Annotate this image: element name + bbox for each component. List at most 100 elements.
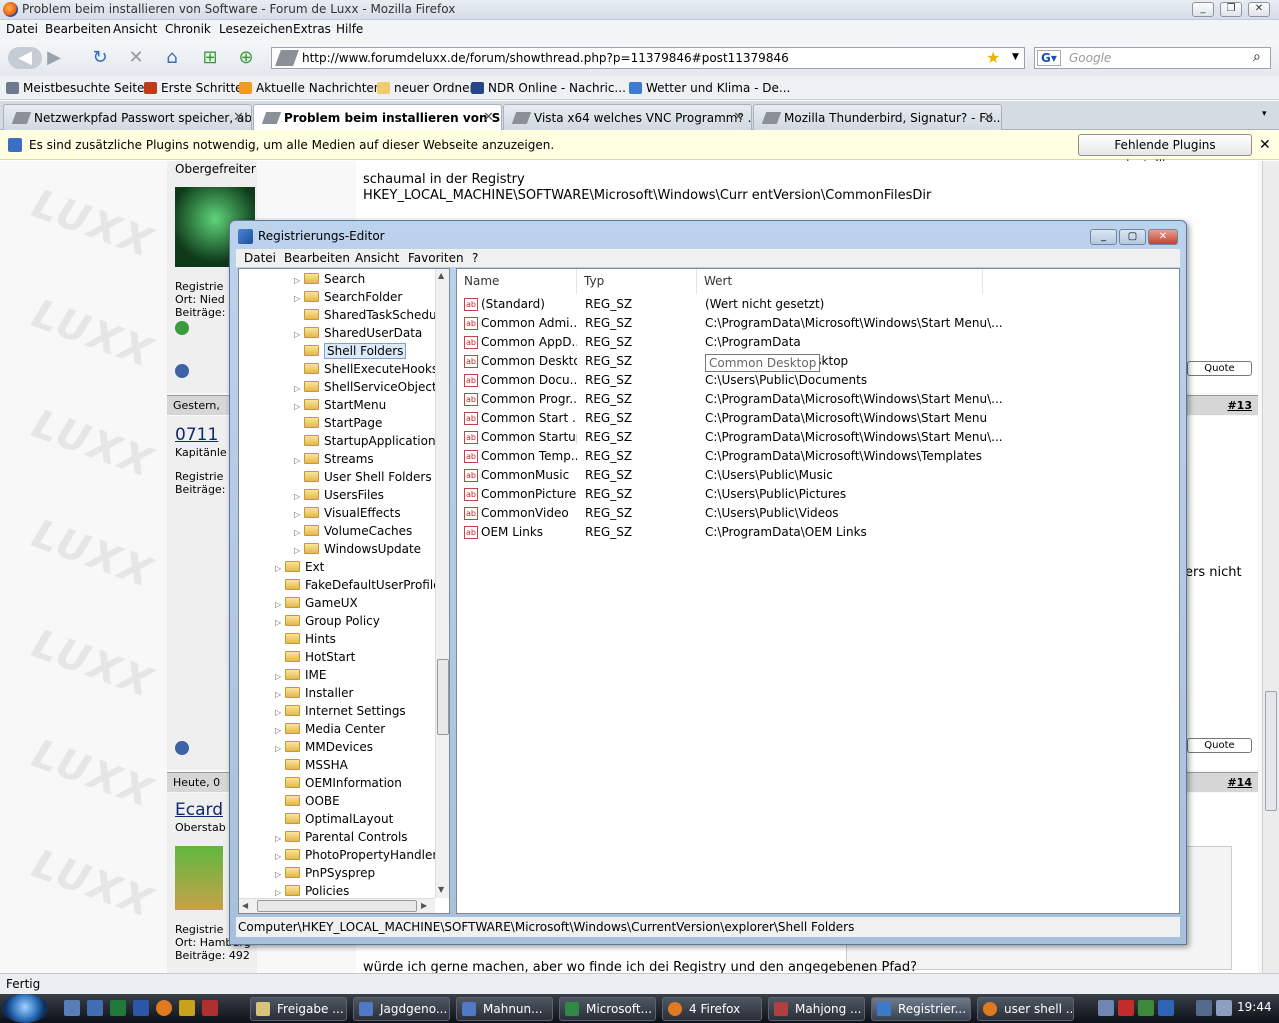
close-button[interactable]: ✕ [1248, 2, 1270, 17]
tree-node[interactable]: StartPage [294, 414, 382, 432]
column-header-value[interactable]: Wert [697, 269, 983, 294]
bookmark-aktuelle-nachrichten[interactable]: Aktuelle Nachrichten [239, 81, 381, 95]
show-desktop-icon[interactable] [64, 1000, 80, 1016]
bookmark-meistbesuchte[interactable]: Meistbesuchte Seiten [6, 81, 152, 95]
post-number[interactable]: #14 [1227, 776, 1252, 789]
bookmark-erste-schritte[interactable]: Erste Schritte [144, 81, 243, 95]
value-row[interactable]: ab Common AppD... REG_SZ C:\ProgramData [457, 333, 1181, 352]
tree-node[interactable]: OEMInformation [275, 774, 402, 792]
clock[interactable]: 19:44 [1237, 1000, 1272, 1014]
tree-node[interactable]: ▷ Parental Controls [275, 828, 408, 846]
menu-hilfe[interactable]: Hilfe [336, 22, 363, 36]
tab-netzwerkpfad[interactable]: Netzwerkpfad Passwort speicher, ab... ✕ [3, 104, 252, 130]
taskbar-button[interactable]: 4 Firefox [662, 997, 762, 1021]
menu-datei[interactable]: Datei [244, 251, 276, 265]
scroll-left-icon[interactable]: ◀ [242, 901, 248, 910]
tree-node[interactable]: OptimalLayout [275, 810, 393, 828]
tree-node[interactable]: ▷ MMDevices [275, 738, 373, 756]
close-button[interactable]: ✕ [1148, 229, 1178, 245]
home-icon[interactable]: ⌂ [160, 47, 184, 69]
excel-icon[interactable] [110, 1000, 126, 1016]
add-bookmark-icon[interactable]: ⊞ [198, 47, 222, 69]
menu-ansicht[interactable]: Ansicht [113, 22, 157, 36]
scroll-right-icon[interactable]: ▶ [421, 901, 427, 910]
username-link[interactable]: Ecard [175, 800, 223, 820]
tree-node[interactable]: ▷ VolumeCaches [294, 522, 412, 540]
tree-horizontal-scrollbar[interactable]: ◀ ▶ [239, 898, 435, 913]
word-icon[interactable] [133, 1000, 149, 1016]
tree-node[interactable]: HotStart [275, 648, 355, 666]
tree-node[interactable]: ▷ PhotoPropertyHandler [275, 846, 437, 864]
tree-node[interactable]: ▷ WindowsUpdate [294, 540, 421, 558]
start-button[interactable] [2, 994, 48, 1023]
tree-node[interactable]: MSSHA [275, 756, 348, 774]
tree-node[interactable]: Shell Folders [294, 342, 407, 360]
tray-volume-icon[interactable] [1216, 1000, 1232, 1016]
maximize-button[interactable]: ❐ [1220, 2, 1242, 17]
tree-node[interactable]: StartupApplicationMigration [294, 432, 449, 450]
tray-network-icon[interactable] [1098, 1000, 1114, 1016]
maximize-button[interactable]: ▢ [1119, 229, 1146, 245]
tree-node[interactable]: ▷ SearchFolder [294, 288, 402, 306]
post-number[interactable]: #13 [1227, 399, 1252, 412]
value-row[interactable]: ab Common Progr... REG_SZ C:\ProgramData\Mi… [457, 390, 1181, 409]
bookmark-ndr-online[interactable]: NDR Online - Nachric... [471, 81, 626, 95]
firefox-icon[interactable] [156, 1000, 172, 1016]
tree-node[interactable]: ▷ Installer [275, 684, 353, 702]
url-bar[interactable]: http://www.forumdeluxx.de/forum/showthre… [271, 47, 1025, 69]
search-icon[interactable]: ⌕ [1253, 49, 1261, 65]
tray-app-icon[interactable] [1138, 1000, 1154, 1016]
tree-node[interactable]: ▷ Ext [275, 558, 324, 576]
menu-ansicht[interactable]: Ansicht [355, 251, 399, 265]
column-header-type[interactable]: Typ [577, 269, 697, 294]
quote-button[interactable]: Quote [1187, 361, 1252, 376]
menu-chronik[interactable]: Chronik [165, 22, 211, 36]
explorer-icon[interactable] [87, 1000, 103, 1016]
value-row[interactable]: ab Common Docu... REG_SZ C:\Users\Public\Do… [457, 371, 1181, 390]
tree-node[interactable]: ▷ IME [275, 666, 326, 684]
tree-node[interactable]: OOBE [275, 792, 340, 810]
bookmark-neuer-ordner[interactable]: neuer Ordner [377, 81, 474, 95]
tree-node[interactable]: User Shell Folders [294, 468, 432, 486]
value-row[interactable]: ab CommonMusic REG_SZ C:\Users\Public\Music [457, 466, 1181, 485]
value-row[interactable]: ab Common Start ... REG_SZ C:\ProgramData\M… [457, 409, 1181, 428]
tree-node[interactable]: ▷ Media Center [275, 720, 385, 738]
dropdown-arrow-icon[interactable]: ▼ [1012, 52, 1019, 62]
tree-node[interactable]: ▷ UsersFiles [294, 486, 384, 504]
taskbar-button[interactable]: Registrier... [871, 997, 971, 1021]
forward-icon[interactable]: ▶ [42, 47, 66, 69]
tab-problem-beim-installieren[interactable]: Problem beim installieren von So... ✕ [253, 104, 502, 131]
menu-favoriten[interactable]: Favoriten [408, 251, 464, 265]
tree-node[interactable]: ▷ StartMenu [294, 396, 386, 414]
menu-lesezeichen[interactable]: Lesezeichen [219, 22, 293, 36]
tree-node[interactable]: ▷ ShellServiceObjects [294, 378, 443, 396]
tree-node[interactable]: SharedTaskScheduler [294, 306, 449, 324]
install-plugins-button[interactable]: Fehlende Plugins installieren... [1078, 134, 1252, 172]
tree-node[interactable]: FakeDefaultUserProfile [275, 576, 441, 594]
reload-icon[interactable]: ↻ [88, 47, 112, 69]
back-icon[interactable]: ◀ [8, 47, 42, 69]
stop-icon[interactable]: ✕ [124, 47, 148, 69]
username-link[interactable]: 0711 [175, 425, 218, 445]
value-row[interactable]: ab OEM Links REG_SZ C:\ProgramData\OEM Link… [457, 523, 1181, 542]
page-scrollbar[interactable] [1262, 161, 1279, 973]
star-icon[interactable]: ★ [986, 48, 1000, 67]
tree-node[interactable]: ▷ Search [294, 270, 365, 288]
tree-node[interactable]: ▷ SharedUserData [294, 324, 422, 342]
scrollbar-thumb[interactable] [257, 900, 417, 912]
value-row[interactable]: ab Common Temp... REG_SZ C:\ProgramData\Mic… [457, 447, 1181, 466]
tree-vertical-scrollbar[interactable]: ▲ ▼ [435, 269, 449, 898]
menu-datei[interactable]: Datei [6, 22, 38, 36]
tray-bluetooth-icon[interactable] [1158, 1000, 1174, 1016]
tray-display-icon[interactable] [1196, 1000, 1212, 1016]
tool-icon[interactable] [202, 1000, 218, 1016]
close-tab-icon[interactable]: ✕ [483, 110, 494, 125]
tree-node[interactable]: ▷ Internet Settings [275, 702, 406, 720]
taskbar-button[interactable]: user shell ... [977, 997, 1074, 1021]
thunderbird-icon[interactable] [179, 1000, 195, 1016]
menu-bearbeiten[interactable]: Bearbeiten [284, 251, 350, 265]
tree-node[interactable]: ShellExecuteHooks [294, 360, 438, 378]
value-row[interactable]: ab Common Admi... REG_SZ C:\ProgramData\Mic… [457, 314, 1181, 333]
close-tab-icon[interactable]: ✕ [233, 110, 244, 125]
close-icon[interactable]: ✕ [1259, 137, 1271, 153]
